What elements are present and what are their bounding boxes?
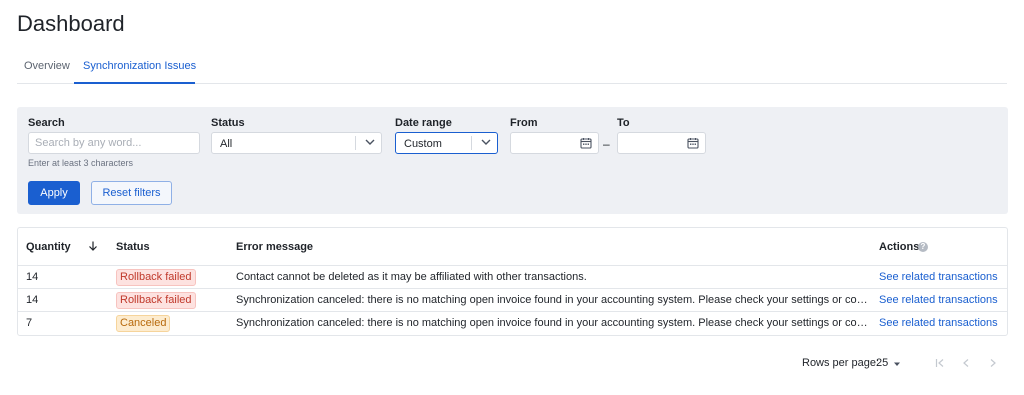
rows-per-page-label: Rows per page: bbox=[802, 357, 880, 369]
caret-down-icon[interactable] bbox=[892, 359, 902, 369]
quantity-cell: 14 bbox=[26, 271, 39, 283]
reset-filters-button[interactable]: Reset filters bbox=[91, 181, 172, 205]
active-tab-indicator bbox=[74, 82, 195, 84]
tab-synchronization-issues[interactable]: Synchronization Issues bbox=[83, 60, 196, 72]
search-input[interactable] bbox=[28, 132, 200, 154]
error-message-cell: Synchronization canceled: there is no ma… bbox=[236, 294, 868, 306]
filter-panel: Search Enter at least 3 characters Statu… bbox=[17, 107, 1008, 214]
column-header-quantity[interactable]: Quantity bbox=[26, 241, 71, 253]
date-range-value: Custom bbox=[404, 138, 442, 150]
tabs: Overview Synchronization Issues bbox=[17, 54, 1007, 84]
chevron-down-icon bbox=[365, 139, 375, 145]
sort-descending-icon[interactable] bbox=[87, 240, 99, 252]
to-date-input[interactable] bbox=[617, 132, 706, 154]
first-page-icon[interactable] bbox=[934, 357, 946, 369]
search-label: Search bbox=[28, 117, 65, 129]
status-badge: Rollback failed bbox=[116, 269, 196, 286]
from-date-input[interactable] bbox=[510, 132, 599, 154]
status-badge: Canceled bbox=[116, 315, 171, 332]
help-icon[interactable]: ? bbox=[918, 242, 928, 252]
date-separator: – bbox=[603, 137, 610, 151]
see-related-transactions-link[interactable]: See related transactions bbox=[879, 317, 998, 329]
table-header: Quantity Status Error message Actions ? bbox=[18, 228, 1007, 266]
tab-overview[interactable]: Overview bbox=[24, 60, 70, 72]
to-label: To bbox=[617, 117, 630, 129]
column-header-error-message: Error message bbox=[236, 241, 314, 253]
search-hint: Enter at least 3 characters bbox=[28, 158, 134, 168]
calendar-icon[interactable] bbox=[580, 137, 592, 149]
issues-table: Quantity Status Error message Actions ? … bbox=[17, 227, 1008, 336]
quantity-cell: 7 bbox=[26, 317, 33, 329]
apply-button[interactable]: Apply bbox=[28, 181, 80, 205]
date-range-select[interactable]: Custom bbox=[395, 132, 498, 154]
error-message-cell: Synchronization canceled: there is no ma… bbox=[236, 317, 868, 329]
select-divider bbox=[355, 136, 356, 150]
column-header-status: Status bbox=[116, 241, 150, 253]
next-page-icon[interactable] bbox=[987, 357, 999, 369]
see-related-transactions-link[interactable]: See related transactions bbox=[879, 294, 998, 306]
status-label: Status bbox=[211, 117, 245, 129]
table-row: 14 Rollback failed Contact cannot be del… bbox=[18, 266, 1007, 289]
error-message-cell: Contact cannot be deleted as it may be a… bbox=[236, 271, 587, 283]
previous-page-icon[interactable] bbox=[960, 357, 972, 369]
status-badge: Rollback failed bbox=[116, 292, 196, 309]
page-title: Dashboard bbox=[17, 11, 125, 36]
status-select-value: All bbox=[220, 138, 233, 150]
status-select[interactable]: All bbox=[211, 132, 382, 154]
chevron-down-icon bbox=[481, 139, 491, 145]
column-header-actions: Actions bbox=[879, 241, 920, 253]
date-range-label: Date range bbox=[395, 117, 452, 129]
quantity-cell: 14 bbox=[26, 294, 39, 306]
from-label: From bbox=[510, 117, 538, 129]
table-row: 14 Rollback failed Synchronization cance… bbox=[18, 289, 1007, 312]
select-divider bbox=[471, 136, 472, 150]
calendar-icon[interactable] bbox=[687, 137, 699, 149]
see-related-transactions-link[interactable]: See related transactions bbox=[879, 271, 998, 283]
rows-per-page-select[interactable]: 25 bbox=[876, 357, 888, 369]
table-row: 7 Canceled Synchronization canceled: the… bbox=[18, 312, 1007, 335]
